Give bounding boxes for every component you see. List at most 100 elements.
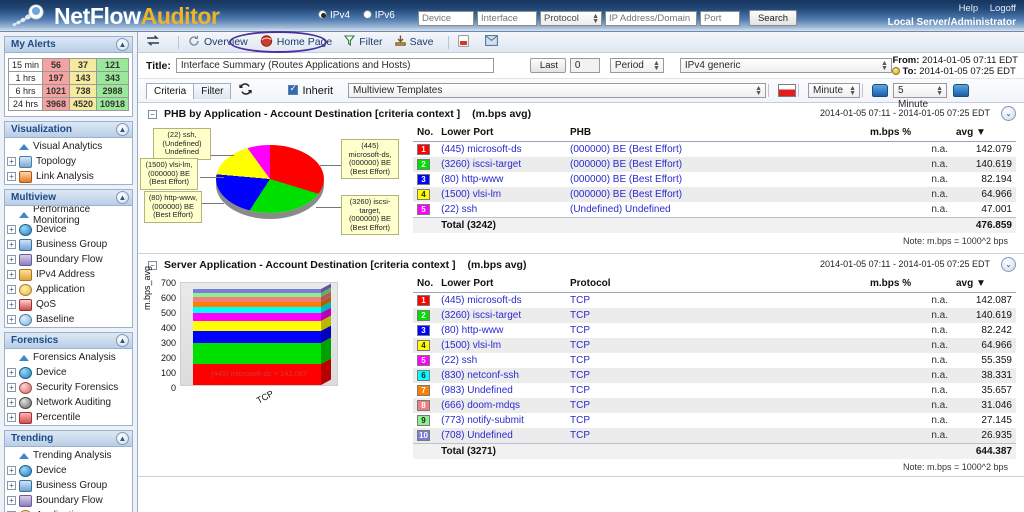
table-row[interactable]: 2 (3260) iscsi-target TCP n.a. 140.619 — [413, 308, 1016, 323]
cell-lower-port[interactable]: (983) Undefined — [437, 383, 566, 398]
swap-button[interactable] — [146, 35, 164, 49]
search-ip-input[interactable] — [605, 10, 697, 26]
expand-icon[interactable]: + — [7, 172, 16, 181]
sidebar-item-trending-business-group[interactable]: + Business Group — [7, 478, 132, 493]
cell-lower-port[interactable]: (445) microsoft-ds — [437, 142, 566, 158]
sidebar-item-network-auditing[interactable]: + Network Auditing — [7, 395, 132, 410]
sidebar-panel-header-trending[interactable]: Trending ▲ — [5, 431, 132, 447]
export-pdf-button[interactable] — [457, 34, 473, 50]
expand-icon[interactable]: + — [7, 240, 16, 249]
expand-icon[interactable]: + — [7, 157, 16, 166]
sidebar-item-baseline[interactable]: + Baseline — [7, 312, 132, 327]
home-page-button[interactable]: Home Page — [260, 34, 332, 50]
cell-phb[interactable]: (000000) BE (Best Effort) — [566, 172, 866, 187]
alert-count-red[interactable]: 3968 — [41, 97, 70, 111]
table-row[interactable]: 5 (22) ssh (Undefined) Undefined n.a. 47… — [413, 202, 1016, 218]
cell-protocol[interactable]: TCP — [566, 383, 866, 398]
cell-phb[interactable]: (000000) BE (Best Effort) — [566, 157, 866, 172]
cell-lower-port[interactable]: (80) http-www — [437, 172, 566, 187]
col-mbps-pct[interactable]: m.bps % — [866, 125, 952, 142]
sidebar-item-link-analysis[interactable]: + Link Analysis — [7, 169, 132, 184]
sidebar-item-security-forensics[interactable]: + Security Forensics — [7, 380, 132, 395]
alert-count-yellow[interactable]: 738 — [68, 84, 98, 98]
table-row[interactable]: 3 (80) http-www TCP n.a. 82.242 — [413, 323, 1016, 338]
help-link[interactable]: Help — [959, 3, 979, 14]
stacked-bar-chart[interactable]: m.bps_avg 700 600 500 400 300 200 100 0 — [138, 266, 413, 416]
sidebar-item-trending-analysis[interactable]: Trending Analysis — [7, 448, 132, 463]
expand-icon[interactable]: + — [7, 300, 16, 309]
collapse-icon[interactable]: ▲ — [116, 123, 129, 136]
expand-icon[interactable]: + — [7, 285, 16, 294]
collapse-icon[interactable]: ▲ — [116, 334, 129, 347]
collapse-icon[interactable]: ▲ — [116, 432, 129, 445]
stop-recording-icon[interactable] — [778, 84, 797, 97]
period-select[interactable]: Period ▲ ▼ — [609, 58, 664, 73]
cell-protocol[interactable]: TCP — [566, 428, 866, 444]
cell-protocol[interactable]: TCP — [566, 413, 866, 428]
col-phb[interactable]: PHB — [566, 125, 866, 142]
last-button[interactable]: Last — [529, 58, 566, 73]
expand-icon[interactable]: + — [7, 255, 16, 264]
radio-ipv6[interactable]: IPv6 — [362, 10, 395, 21]
alert-count-red[interactable]: 197 — [41, 71, 70, 85]
cell-phb[interactable]: (000000) BE (Best Effort) — [566, 187, 866, 202]
col-avg[interactable]: avg ▼ — [952, 276, 1016, 293]
cell-protocol[interactable]: TCP — [566, 308, 866, 323]
sidebar-item-boundary-flow[interactable]: + Boundary Flow — [7, 252, 132, 267]
cell-phb[interactable]: (Undefined) Undefined — [566, 202, 866, 218]
sidebar-item-performance-monitoring[interactable]: Performance Monitoring — [7, 204, 132, 226]
table-row[interactable]: 1 (445) microsoft-ds (000000) BE (Best E… — [413, 142, 1016, 158]
inherit-checkbox[interactable]: Inherit — [288, 83, 333, 97]
table-row[interactable]: 2 (3260) iscsi-target (000000) BE (Best … — [413, 157, 1016, 172]
export-email-button[interactable] — [484, 35, 502, 49]
sidebar-item-qos[interactable]: + QoS — [7, 297, 132, 312]
cell-protocol[interactable]: TCP — [566, 338, 866, 353]
sidebar-item-ipv4-address[interactable]: + IPv4 Address — [7, 267, 132, 282]
last-value-input[interactable] — [569, 58, 600, 73]
alert-count-green[interactable]: 343 — [96, 71, 130, 85]
cell-protocol[interactable]: TCP — [566, 323, 866, 338]
pie-chart[interactable]: (22) ssh, (Undefined) Undefined (1500) v… — [138, 125, 413, 253]
alert-count-red[interactable]: 56 — [41, 58, 70, 72]
search-protocol-select[interactable]: Protocol ▲ ▼ — [540, 10, 602, 26]
overview-button[interactable]: Overview — [188, 35, 248, 49]
app-logo[interactable]: NetFlowAuditor — [10, 0, 220, 32]
device-right-icon[interactable] — [953, 84, 970, 97]
granularity-select[interactable]: Minute ▲ ▼ — [808, 83, 861, 98]
expand-icon[interactable]: + — [7, 383, 16, 392]
col-protocol[interactable]: Protocol — [566, 276, 866, 293]
table-row[interactable]: 6 (830) netconf-ssh TCP n.a. 38.331 — [413, 368, 1016, 383]
expand-icon[interactable]: + — [7, 368, 16, 377]
table-row[interactable]: 3 (80) http-www (000000) BE (Best Effort… — [413, 172, 1016, 187]
sidebar-panel-header-visualization[interactable]: Visualization ▲ — [5, 122, 132, 138]
cell-lower-port[interactable]: (3260) iscsi-target — [437, 157, 566, 172]
search-device-input[interactable] — [418, 10, 474, 26]
cell-lower-port[interactable]: (708) Undefined — [437, 428, 566, 444]
profile-select[interactable]: IPv4 generic ▲ ▼ — [679, 58, 892, 73]
panel-options-icon[interactable]: ⌄ — [1001, 257, 1016, 272]
table-row[interactable]: 1 hrs 197 143 343 — [7, 71, 130, 85]
alert-count-yellow[interactable]: 4520 — [68, 97, 98, 111]
sidebar-item-trending-application[interactable]: + Application — [7, 508, 132, 512]
cell-lower-port[interactable]: (80) http-www — [437, 323, 566, 338]
sidebar-item-percentile[interactable]: + Percentile — [7, 410, 132, 425]
table-row[interactable]: 15 min 56 37 121 — [7, 58, 130, 72]
expand-icon[interactable]: + — [7, 413, 16, 422]
expand-icon[interactable]: + — [7, 398, 16, 407]
col-mbps-pct[interactable]: m.bps % — [866, 276, 952, 293]
table-row[interactable]: 5 (22) ssh TCP n.a. 55.359 — [413, 353, 1016, 368]
cell-protocol[interactable]: TCP — [566, 293, 866, 309]
tab-criteria[interactable]: Criteria — [146, 82, 195, 99]
cell-protocol[interactable]: TCP — [566, 353, 866, 368]
radio-ipv4[interactable]: IPv4 — [318, 10, 350, 21]
sidebar-item-forensics-device[interactable]: + Device — [7, 365, 132, 380]
collapse-icon[interactable]: ▲ — [116, 191, 129, 204]
cell-phb[interactable]: (000000) BE (Best Effort) — [566, 142, 866, 158]
alert-count-yellow[interactable]: 143 — [68, 71, 98, 85]
cell-lower-port[interactable]: (22) ssh — [437, 353, 566, 368]
alert-count-green[interactable]: 2988 — [96, 84, 130, 98]
sidebar-item-application[interactable]: + Application — [7, 282, 132, 297]
refresh-button[interactable] — [239, 83, 253, 98]
template-select[interactable]: Multiview Templates ▲ ▼ — [348, 83, 767, 98]
table-row[interactable]: 24 hrs 3968 4520 10918 — [7, 97, 130, 111]
